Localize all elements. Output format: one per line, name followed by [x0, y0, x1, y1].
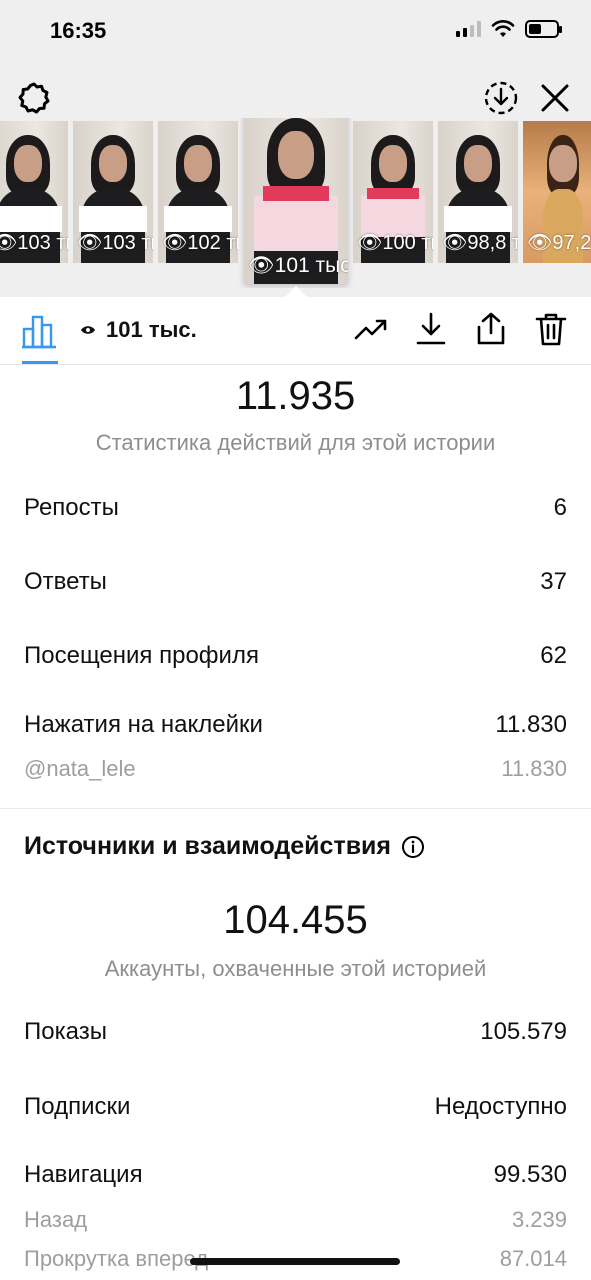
download-icon[interactable]: [413, 311, 449, 347]
settings-gear-icon[interactable]: [16, 80, 52, 116]
wifi-icon: [491, 20, 515, 37]
status-time: 16:35: [50, 18, 107, 43]
story-thumbnail[interactable]: 👁103 тыс.: [73, 121, 153, 263]
stat-label: Прокрутка вперед: [24, 1246, 209, 1271]
section-divider: [0, 808, 591, 809]
battery-icon: [525, 20, 562, 38]
story-toolbar: 101 тыс.: [0, 297, 591, 365]
accounts-reached-total: 104.455: [223, 898, 368, 942]
stat-row-navigation: Навигация 99.530: [24, 1161, 567, 1189]
views-count: 👁100 тыс.: [357, 232, 433, 254]
eye-icon: [81, 326, 95, 334]
stat-value: Недоступно: [434, 1093, 567, 1120]
bar-chart-icon: [22, 315, 56, 349]
stat-row-impressions: Показы 105.579: [24, 1018, 567, 1046]
home-indicator[interactable]: [190, 1258, 400, 1265]
stat-row-sticker-mention: @nata_lele 11.830: [24, 756, 567, 782]
views-count: 👁103 тыс.: [77, 232, 153, 254]
stat-value: 62: [540, 642, 567, 669]
stat-row-sticker-taps: Нажатия на наклейки 11.830: [24, 711, 567, 739]
delete-trash-icon[interactable]: [533, 311, 569, 347]
stat-label: Посещения профиля: [24, 642, 259, 669]
story-thumbnail[interactable]: 👁97,2 тыс.: [523, 121, 591, 263]
story-thumbnails: 👁103 тыс. 👁103 тыс. 👁102 тыс. 👁101 тыс. …: [0, 118, 591, 288]
stat-label: Подписки: [24, 1093, 131, 1120]
stat-label: @nata_lele: [24, 756, 136, 781]
stat-label: Ответы: [24, 568, 107, 595]
toolbar-actions: [353, 311, 569, 347]
story-thumbnail[interactable]: 👁100 тыс.: [353, 121, 433, 263]
views-count: 👁103 тыс.: [0, 232, 68, 254]
interactions-total: 11.935: [235, 374, 356, 418]
promote-trend-icon[interactable]: [353, 311, 389, 347]
interactions-caption: Статистика действий для этой истории: [95, 430, 496, 455]
views-count: 101 тыс.: [106, 317, 197, 342]
active-tab-indicator: [22, 361, 58, 364]
save-download-icon[interactable]: [483, 80, 519, 116]
stat-label: Показы: [24, 1018, 107, 1045]
stat-value: 37: [540, 568, 567, 595]
stat-value: 87.014: [499, 1246, 567, 1271]
stat-label: Навигация: [24, 1161, 143, 1188]
stat-row-follows: Подписки Недоступно: [24, 1093, 567, 1121]
views-count: 👁102 тыс.: [162, 232, 238, 254]
close-icon[interactable]: [537, 80, 573, 116]
accounts-reached-caption: Аккаунты, охваченные этой историей: [104, 956, 487, 981]
status-icons: [456, 20, 562, 38]
stat-label: Назад: [24, 1207, 88, 1232]
views-count: 👁98,8 тыс.: [442, 232, 518, 254]
discovery-section-title: Источники и взаимодействия: [24, 832, 425, 861]
views-count: 👁97,2 тыс.: [527, 232, 591, 254]
story-thumbnail[interactable]: 👁102 тыс.: [158, 121, 238, 263]
stat-row-back: Назад 3.239: [24, 1207, 567, 1233]
views-summary[interactable]: 101 тыс.: [80, 317, 197, 343]
stat-value: 11.830: [501, 756, 567, 781]
info-icon[interactable]: [401, 835, 425, 859]
share-icon[interactable]: [473, 311, 509, 347]
stat-row-replies: Ответы 37: [24, 568, 567, 596]
stat-label: Нажатия на наклейки: [24, 711, 263, 738]
status-bar: 16:35: [0, 0, 591, 64]
story-thumbnail-selected[interactable]: 👁101 тыс.: [244, 118, 348, 284]
stat-row-shares: Репосты 6: [24, 494, 567, 522]
stat-value: 3.239: [511, 1207, 567, 1232]
story-preview-area: 16:35 👁103 т 👁103 т 👁102 т 👁101 тыс 👁100…: [0, 0, 591, 298]
views-count: 👁101 тыс.: [248, 254, 348, 277]
story-thumbnail[interactable]: 👁103 тыс.: [0, 121, 68, 263]
stat-value: 11.830: [495, 711, 567, 738]
stat-label: Репосты: [24, 494, 119, 521]
stat-value: 105.579: [480, 1018, 567, 1045]
story-thumbnail[interactable]: 👁98,8 тыс.: [438, 121, 518, 263]
stat-row-profile-visits: Посещения профиля 62: [24, 642, 567, 670]
cellular-signal-icon: [456, 21, 481, 37]
stat-value: 99.530: [493, 1161, 567, 1188]
stat-value: 6: [553, 494, 567, 521]
insights-tab[interactable]: [20, 311, 60, 351]
